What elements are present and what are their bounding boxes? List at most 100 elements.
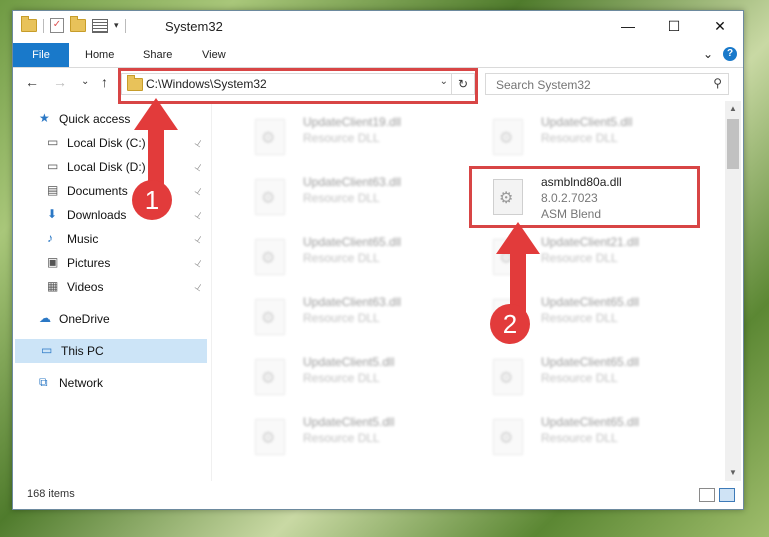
pin-icon[interactable]: ⊥: [189, 251, 209, 275]
dll-file-icon: [493, 119, 523, 155]
pin-icon[interactable]: ⊥: [189, 275, 209, 299]
dll-file-icon: [255, 359, 285, 395]
close-button[interactable]: ✕: [697, 11, 743, 41]
properties-icon[interactable]: [92, 18, 108, 33]
dll-file-icon: [255, 239, 285, 275]
file-name: UpdateClient5.dll: [541, 115, 633, 129]
file-name: UpdateClient65.dll: [541, 355, 640, 369]
file-name: UpdateClient65.dll: [541, 415, 640, 429]
divider: [124, 18, 126, 33]
pin-icon[interactable]: ⊥: [189, 203, 209, 227]
chevron-down-icon[interactable]: ▾: [114, 20, 119, 31]
file-name: UpdateClient19.dll: [303, 115, 402, 129]
file-item[interactable]: UpdateClient5.dll Resource DLL: [471, 109, 701, 165]
ribbon-tabs: File Home Share View ⌄ ?: [13, 43, 743, 68]
quick-access-toolbar: ✓ ▾: [21, 16, 126, 33]
sidebar-item-onedrive[interactable]: ☁ OneDrive: [13, 307, 208, 331]
sidebar-item-pictures[interactable]: ▣ Pictures ⊥: [13, 251, 208, 275]
search-box[interactable]: ⚲: [485, 73, 729, 95]
sidebar-item-label: Music: [67, 232, 99, 246]
sidebar-item-label: Downloads: [67, 208, 127, 222]
star-icon: ★: [39, 111, 50, 125]
sidebar-item-label: Network: [59, 376, 104, 390]
file-name: UpdateClient5.dll: [303, 355, 395, 369]
tab-home[interactable]: Home: [85, 43, 114, 67]
sidebar-item-videos[interactable]: ▦ Videos ⊥: [13, 275, 208, 299]
network-icon: ⧉: [39, 375, 48, 389]
file-version: Resource DLL: [303, 311, 380, 325]
sidebar-item-label: Quick access: [59, 112, 131, 126]
recent-locations-button[interactable]: ⌄: [81, 76, 89, 87]
dll-file-icon: [255, 419, 285, 455]
file-version: Resource DLL: [303, 191, 380, 205]
file-highlight: [469, 166, 700, 228]
properties-check-icon[interactable]: ✓: [50, 18, 64, 33]
forward-button[interactable]: →: [53, 74, 67, 90]
documents-icon: ▤: [47, 183, 59, 197]
file-item[interactable]: UpdateClient65.dll Resource DLL: [471, 409, 701, 465]
sidebar-item-label: This PC: [61, 344, 104, 358]
scroll-down-icon[interactable]: ▼: [725, 465, 741, 481]
scrollbar-thumb[interactable]: [727, 119, 739, 169]
tab-share[interactable]: Share: [143, 43, 172, 67]
file-list: UpdateClient19.dllResource DLLUpdateClie…: [213, 101, 723, 481]
tab-view[interactable]: View: [202, 43, 226, 67]
file-name: UpdateClient63.dll: [303, 175, 402, 189]
file-item[interactable]: UpdateClient63.dll Resource DLL: [233, 169, 463, 225]
scroll-up-icon[interactable]: ▲: [725, 101, 741, 117]
pin-icon[interactable]: ⊥: [189, 227, 209, 251]
maximize-button[interactable]: ☐: [651, 11, 697, 41]
file-name: UpdateClient21.dll: [541, 235, 640, 249]
pin-icon[interactable]: ⊥: [189, 179, 209, 203]
file-version: Resource DLL: [303, 131, 380, 145]
dll-file-icon: [493, 419, 523, 455]
sidebar-item-label: OneDrive: [59, 312, 110, 326]
file-item[interactable]: UpdateClient5.dll Resource DLL: [233, 409, 463, 465]
cloud-icon: ☁: [39, 311, 51, 325]
file-version: Resource DLL: [541, 131, 618, 145]
downloads-icon: ⬇: [47, 207, 58, 221]
step-badge-1: 1: [132, 180, 172, 220]
large-icons-view-button[interactable]: [719, 488, 735, 502]
file-item[interactable]: UpdateClient19.dll Resource DLL: [233, 109, 463, 165]
file-item[interactable]: UpdateClient63.dll Resource DLL: [233, 289, 463, 345]
title-bar: ✓ ▾ System32 — ☐ ✕: [13, 11, 743, 43]
vertical-scrollbar[interactable]: ▲ ▼: [725, 101, 741, 481]
pin-icon[interactable]: ⊥: [189, 155, 209, 179]
file-item[interactable]: UpdateClient65.dll Resource DLL: [471, 349, 701, 405]
file-version: Resource DLL: [541, 251, 618, 265]
file-name: UpdateClient63.dll: [303, 295, 402, 309]
file-name: UpdateClient65.dll: [303, 235, 402, 249]
up-button[interactable]: ↑: [101, 74, 108, 90]
sidebar-item-label: Documents: [67, 184, 128, 198]
file-version: Resource DLL: [541, 371, 618, 385]
file-version: Resource DLL: [541, 431, 618, 445]
expand-ribbon-icon[interactable]: ⌄: [703, 47, 713, 61]
file-version: Resource DLL: [541, 311, 618, 325]
pin-icon[interactable]: ⊥: [189, 131, 209, 155]
dll-file-icon: [255, 299, 285, 335]
window-title: System32: [165, 19, 223, 34]
drive-icon: ▭: [47, 135, 59, 149]
help-icon[interactable]: ?: [723, 47, 737, 61]
file-version: Resource DLL: [303, 431, 380, 445]
file-name: UpdateClient5.dll: [303, 415, 395, 429]
back-button[interactable]: ←: [25, 74, 39, 90]
file-version: Resource DLL: [303, 251, 380, 265]
sidebar-item-label: Pictures: [67, 256, 111, 270]
file-item[interactable]: UpdateClient5.dll Resource DLL: [233, 349, 463, 405]
file-version: Resource DLL: [303, 371, 380, 385]
sidebar-item-music[interactable]: ♪ Music ⊥: [13, 227, 208, 251]
tab-file[interactable]: File: [13, 43, 69, 67]
dll-file-icon: [255, 179, 285, 215]
search-input[interactable]: [494, 76, 698, 94]
pictures-icon: ▣: [47, 255, 59, 269]
file-item[interactable]: UpdateClient65.dll Resource DLL: [233, 229, 463, 285]
minimize-button[interactable]: —: [605, 11, 651, 41]
sidebar-item-this-pc[interactable]: ▭ This PC: [15, 339, 207, 363]
details-view-button[interactable]: [699, 488, 715, 502]
item-count: 168 items: [27, 488, 75, 500]
sidebar-item-network[interactable]: ⧉ Network: [13, 371, 208, 395]
sidebar-item-downloads[interactable]: ⬇ Downloads ⊥: [13, 203, 208, 227]
new-folder-icon[interactable]: [70, 16, 86, 32]
